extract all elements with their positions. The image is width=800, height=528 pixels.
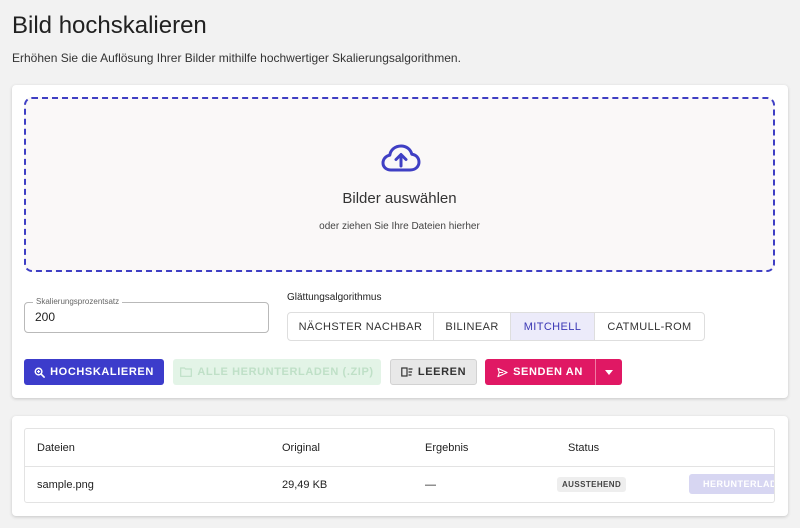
download-all-label: ALLE HERUNTERLADEN (.ZIP) [197,366,374,378]
zoom-in-icon [34,367,46,378]
upscale-button[interactable]: HOCHSKALIEREN [24,359,164,385]
cell-original-size: 29,49 KB [282,479,328,491]
upscale-button-label: HOCHSKALIEREN [50,366,154,378]
send-to-menu-button[interactable] [595,359,622,385]
caret-down-icon [605,369,613,375]
folder-zip-icon [180,367,193,377]
algo-option-catmull-rom[interactable]: CATMULL-ROM [595,313,704,340]
send-to-label: SENDEN AN [513,366,583,378]
scale-percent-input[interactable] [35,310,255,324]
files-card: Dateien Original Ergebnis Status sample.… [12,416,788,516]
clear-list-icon [401,367,413,377]
algo-option-mitchell[interactable]: MITCHELL [511,313,595,340]
status-badge: AUSSTEHEND [557,477,627,492]
send-icon [497,367,508,377]
row-divider [25,466,774,467]
algorithm-label: Glättungsalgorithmus [287,292,382,303]
upload-card: Bilder auswählen oder ziehen Sie Ihre Da… [12,85,788,398]
algorithm-toggle-group: NÄCHSTER NACHBAR BILINEAR MITCHELL CATMU… [287,312,705,341]
dropzone-title: Bilder auswählen [342,190,457,207]
scale-percent-label: Skalierungsprozentsatz [33,297,123,307]
files-table: Dateien Original Ergebnis Status sample.… [24,428,775,503]
algo-option-bilinear[interactable]: BILINEAR [434,313,511,340]
clear-button[interactable]: LEEREN [390,359,477,385]
cell-file-name: sample.png [37,479,94,491]
col-header-files: Dateien [37,442,75,454]
cloud-upload-icon [381,144,421,172]
col-header-status: Status [568,442,600,454]
col-header-original: Original [282,442,320,454]
download-all-zip-button[interactable]: ALLE HERUNTERLADEN (.ZIP) [173,359,381,385]
cell-result: — [425,479,436,491]
page-title: Bild hochskalieren [12,12,207,39]
col-header-result: Ergebnis [425,442,469,454]
send-to-button[interactable]: SENDEN AN [485,359,595,385]
row-download-label: HERUNTERLADEN [703,479,774,489]
file-dropzone[interactable]: Bilder auswählen oder ziehen Sie Ihre Da… [24,97,775,272]
row-download-button[interactable]: HERUNTERLADEN [689,474,774,494]
scale-percent-field[interactable]: Skalierungsprozentsatz [24,297,269,333]
algo-option-nearest[interactable]: NÄCHSTER NACHBAR [288,313,434,340]
dropzone-subtitle: oder ziehen Sie Ihre Dateien hierher [319,221,480,232]
page-subtitle: Erhöhen Sie die Auflösung Ihrer Bilder m… [12,51,461,65]
clear-button-label: LEEREN [417,366,467,378]
